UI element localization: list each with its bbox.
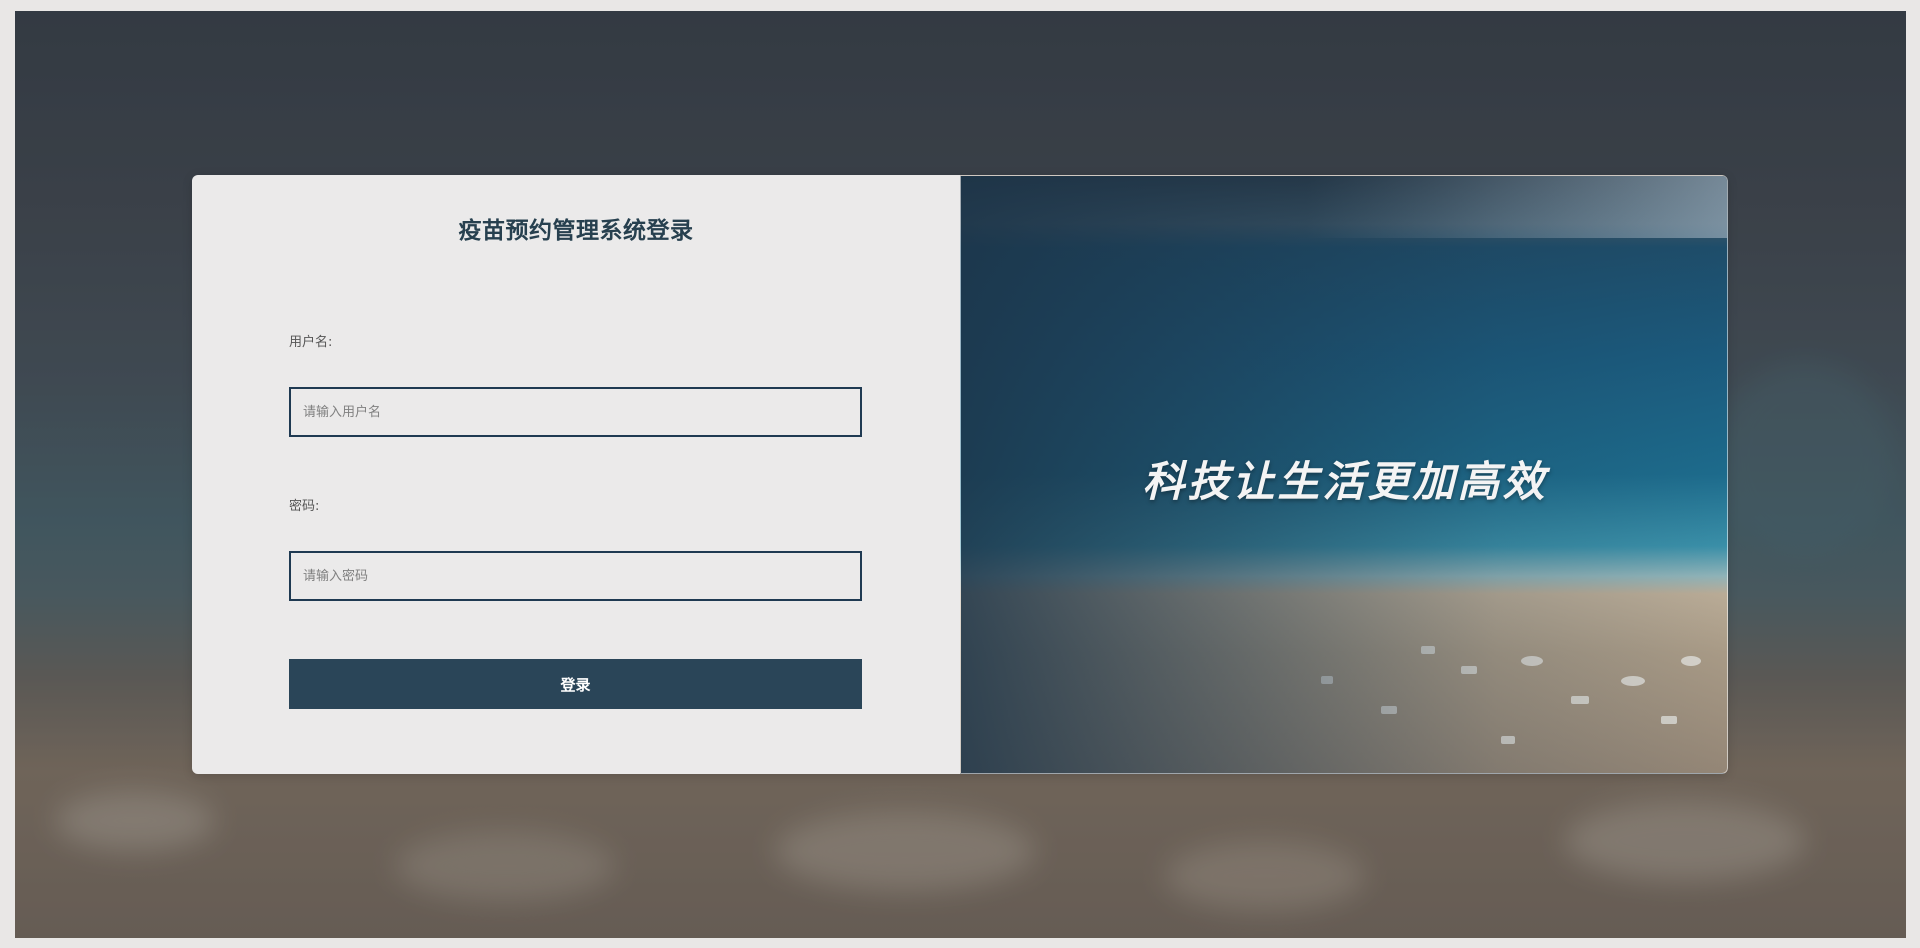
username-input[interactable] — [289, 387, 862, 437]
password-label: 密码: — [289, 499, 320, 514]
login-form-panel: 疫苗预约管理系统登录 用户名: 密码: 登录 — [192, 175, 960, 774]
username-label: 用户名: — [289, 335, 333, 350]
banner-image-panel: 科技让生活更加高效 — [960, 175, 1728, 774]
login-card: 疫苗预约管理系统登录 用户名: 密码: 登录 科技让生活更加高效 — [192, 175, 1728, 774]
page-title: 疫苗预约管理系统登录 — [458, 218, 694, 244]
password-input[interactable] — [289, 551, 862, 601]
login-button[interactable]: 登录 — [289, 659, 862, 709]
banner-slogan: 科技让生活更加高效 — [1142, 457, 1548, 506]
